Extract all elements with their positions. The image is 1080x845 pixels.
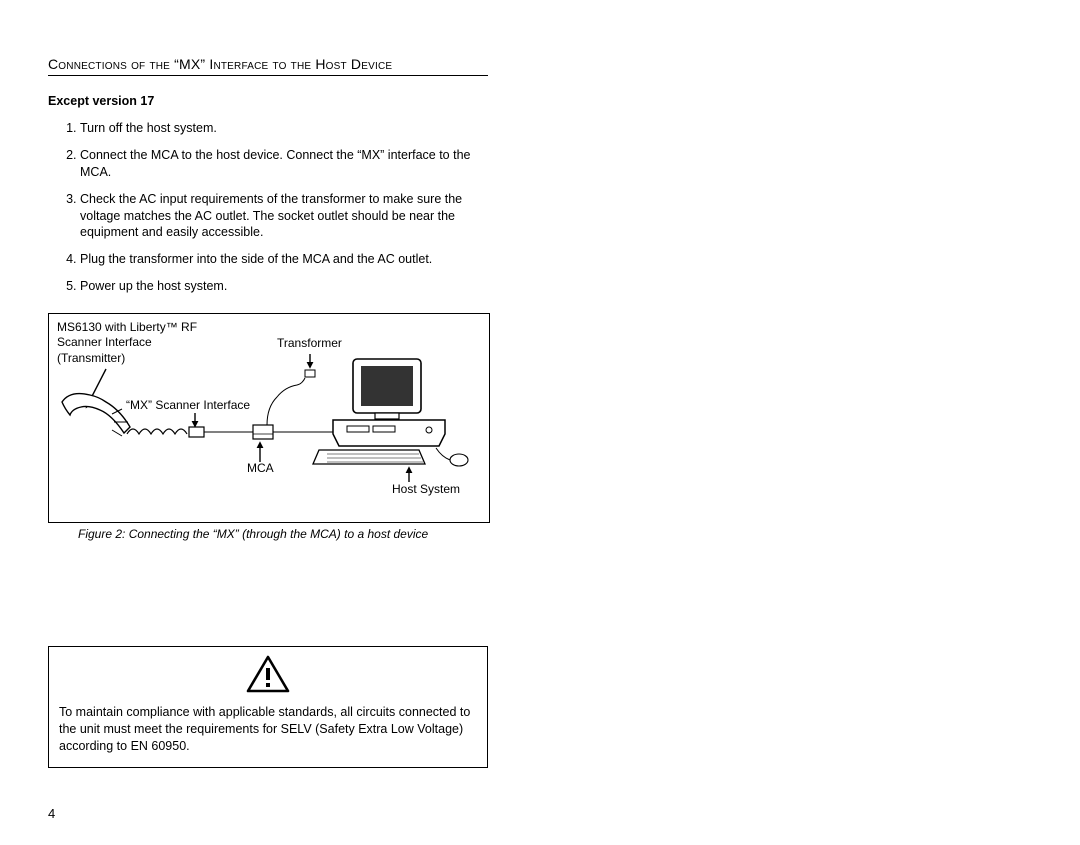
subheading: Except version 17 bbox=[48, 94, 1020, 108]
list-item: Plug the transformer into the side of th… bbox=[80, 251, 500, 268]
warning-box: To maintain compliance with applicable s… bbox=[48, 646, 488, 768]
figure-container: MS6130 with Liberty™ RFScanner Interface… bbox=[48, 313, 490, 523]
figure-caption: Figure 2: Connecting the “MX” (through t… bbox=[78, 527, 1020, 541]
section-title: Connections of the “MX” Interface to the… bbox=[48, 56, 488, 76]
warning-text: To maintain compliance with applicable s… bbox=[59, 704, 477, 755]
steps-list: Turn off the host system. Connect the MC… bbox=[58, 120, 500, 295]
list-item: Connect the MCA to the host device. Conn… bbox=[80, 147, 500, 181]
list-item: Turn off the host system. bbox=[80, 120, 500, 137]
page-number: 4 bbox=[48, 806, 1020, 821]
diagram-svg bbox=[49, 314, 489, 522]
warning-icon bbox=[59, 655, 477, 700]
list-item: Power up the host system. bbox=[80, 278, 500, 295]
list-item: Check the AC input requirements of the t… bbox=[80, 191, 500, 242]
